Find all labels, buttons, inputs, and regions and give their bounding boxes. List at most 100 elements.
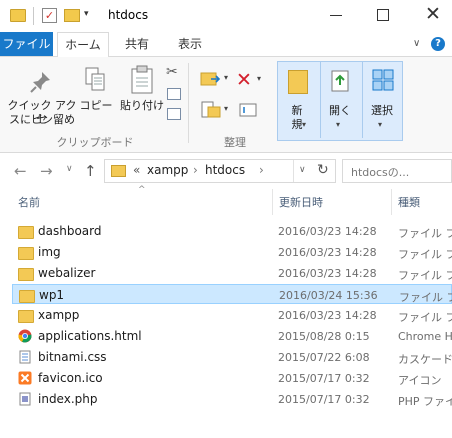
file-date: 2015/07/22 6:08 [278, 351, 370, 364]
file-type: アイコン [398, 374, 442, 387]
open-dropdown-icon: ▾ [336, 120, 341, 129]
pin-label-2[interactable]: スにピン留め [6, 113, 78, 127]
file-type: ファイル フォ [398, 269, 452, 282]
file-name: webalizer [38, 266, 96, 280]
help-icon[interactable]: ? [431, 37, 445, 51]
rename-icon[interactable] [238, 100, 258, 120]
select-icon [372, 69, 394, 91]
chrome-icon [18, 329, 32, 343]
list-item-selected[interactable]: wp1 2016/03/24 15:36 ファイル フォ [12, 284, 452, 304]
list-item[interactable]: img 2016/03/23 14:28 ファイル フォ [12, 242, 452, 262]
file-name: index.php [38, 392, 98, 406]
list-item[interactable]: index.php 2015/07/17 0:32 PHP ファイ [12, 389, 452, 409]
quick-access-dropdown-icon[interactable]: ▾ [84, 9, 89, 19]
back-arrow-icon[interactable]: ← [14, 162, 27, 180]
file-type: ファイル フォ [398, 248, 452, 261]
search-placeholder: htdocsの... [351, 166, 410, 179]
breadcrumb-htdocs[interactable]: htdocs [205, 163, 245, 177]
list-item[interactable]: dashboard 2016/03/23 14:28 ファイル フォ [12, 221, 452, 241]
file-name: applications.html [38, 329, 142, 343]
sort-indicator-icon: ^ [138, 185, 146, 195]
properties-check-icon[interactable]: ✓ [42, 8, 57, 23]
address-bar-area: ← → ∨ ↑ « xampp › htdocs › ∨ ↻ htdocsの..… [0, 153, 452, 189]
column-divider-2[interactable] [391, 189, 392, 215]
paste-shortcut-icon[interactable] [167, 108, 181, 120]
list-item[interactable]: applications.html 2015/08/28 0:15 Chrome… [12, 326, 452, 346]
address-divider [293, 160, 294, 182]
column-type[interactable]: 種類 [398, 194, 420, 210]
breadcrumb-separator-2: › [259, 163, 264, 177]
delete-dropdown-icon[interactable]: ▾ [257, 74, 261, 83]
file-type: ファイル フォ [398, 227, 452, 240]
column-divider[interactable] [272, 189, 273, 215]
ribbon-tabs: ファイル ホーム 共有 表示 ∨ ? [0, 32, 452, 58]
up-arrow-icon[interactable]: ↑ [84, 162, 97, 180]
paste-icon[interactable] [130, 65, 154, 95]
folder-icon [19, 290, 35, 303]
css-file-icon [19, 350, 31, 364]
paste-label[interactable]: 貼り付け [118, 99, 166, 113]
file-type: ファイル フォ [398, 311, 452, 324]
title-separator [33, 7, 34, 25]
close-icon[interactable]: ✕ [425, 3, 441, 25]
tab-view[interactable]: 表示 [172, 32, 208, 56]
recent-locations-icon[interactable]: ∨ [66, 164, 73, 174]
breadcrumb-xampp[interactable]: xampp [147, 163, 188, 177]
file-name: xampp [38, 308, 80, 322]
folder-icon [18, 226, 34, 239]
organize-group-label: 整理 [224, 136, 246, 149]
search-input[interactable]: htdocsの... [342, 159, 452, 183]
copy-path-icon[interactable] [167, 88, 181, 100]
address-folder-icon [111, 165, 126, 177]
tab-file[interactable]: ファイル [0, 32, 53, 56]
list-item[interactable]: webalizer 2016/03/23 14:28 ファイル フォ [12, 263, 452, 283]
select-dropdown-icon: ▾ [378, 120, 383, 129]
column-date[interactable]: 更新日時 [279, 194, 323, 210]
file-name: dashboard [38, 224, 102, 238]
tab-share[interactable]: 共有 [120, 32, 154, 56]
pin-icon[interactable] [28, 69, 54, 95]
new-folder-big-icon [288, 70, 308, 94]
forward-arrow-icon[interactable]: → [40, 162, 53, 180]
file-date: 2015/07/17 0:32 [278, 372, 370, 385]
title-bar: ✓ ▾ htdocs ✕ [0, 0, 452, 32]
file-name: bitnami.css [38, 350, 107, 364]
ribbon-expand-icon[interactable]: ∨ [413, 38, 420, 49]
new-folder-icon[interactable] [64, 9, 80, 22]
copy-to-icon[interactable] [200, 101, 222, 119]
breadcrumb-overflow[interactable]: « [133, 163, 140, 177]
move-to-icon[interactable] [200, 70, 222, 88]
open-label: 開く [329, 104, 351, 117]
file-type: PHP ファイ [398, 395, 452, 408]
file-date: 2016/03/23 14:28 [278, 267, 377, 280]
ribbon: クイック アクセ スにピン留め コピー 貼り付け ✂ クリップボード ▾ ▾ ✕… [0, 57, 452, 153]
folder-icon [18, 268, 34, 281]
select-button[interactable]: 選択 ▾ [362, 62, 401, 138]
new-open-select-group: 新 規 ▾ 開く ▾ 選択 ▾ [277, 61, 403, 141]
move-to-dropdown-icon[interactable]: ▾ [224, 73, 228, 82]
address-input[interactable]: « xampp › htdocs › ∨ ↻ [104, 159, 336, 183]
list-item[interactable]: xampp 2016/03/23 14:28 ファイル フォ [12, 305, 452, 325]
tab-home[interactable]: ホーム [57, 32, 109, 58]
open-button[interactable]: 開く ▾ [320, 62, 359, 138]
list-item[interactable]: bitnami.css 2015/07/22 6:08 カスケード ス [12, 347, 452, 367]
copy-icon[interactable] [84, 66, 106, 94]
address-dropdown-icon[interactable]: ∨ [299, 165, 306, 175]
copy-label[interactable]: コピー [78, 99, 114, 113]
file-date: 2016/03/23 14:28 [278, 309, 377, 322]
column-name[interactable]: 名前 [18, 194, 40, 210]
open-icon [331, 70, 349, 92]
minimize-icon[interactable] [330, 15, 342, 16]
maximize-icon[interactable] [377, 9, 389, 21]
refresh-icon[interactable]: ↻ [317, 162, 329, 178]
cut-icon[interactable]: ✂ [166, 64, 178, 80]
folder-icon [18, 247, 34, 260]
folder-icon [10, 9, 26, 22]
new-dropdown-icon: ▾ [302, 120, 307, 129]
new-label-1: 新 [291, 104, 303, 117]
list-item[interactable]: favicon.ico 2015/07/17 0:32 アイコン [12, 368, 452, 388]
new-button[interactable]: 新 規 ▾ [278, 62, 316, 138]
new-label-2: 規 [291, 118, 303, 131]
delete-icon[interactable]: ✕ [236, 69, 252, 91]
copy-to-dropdown-icon[interactable]: ▾ [224, 104, 228, 113]
